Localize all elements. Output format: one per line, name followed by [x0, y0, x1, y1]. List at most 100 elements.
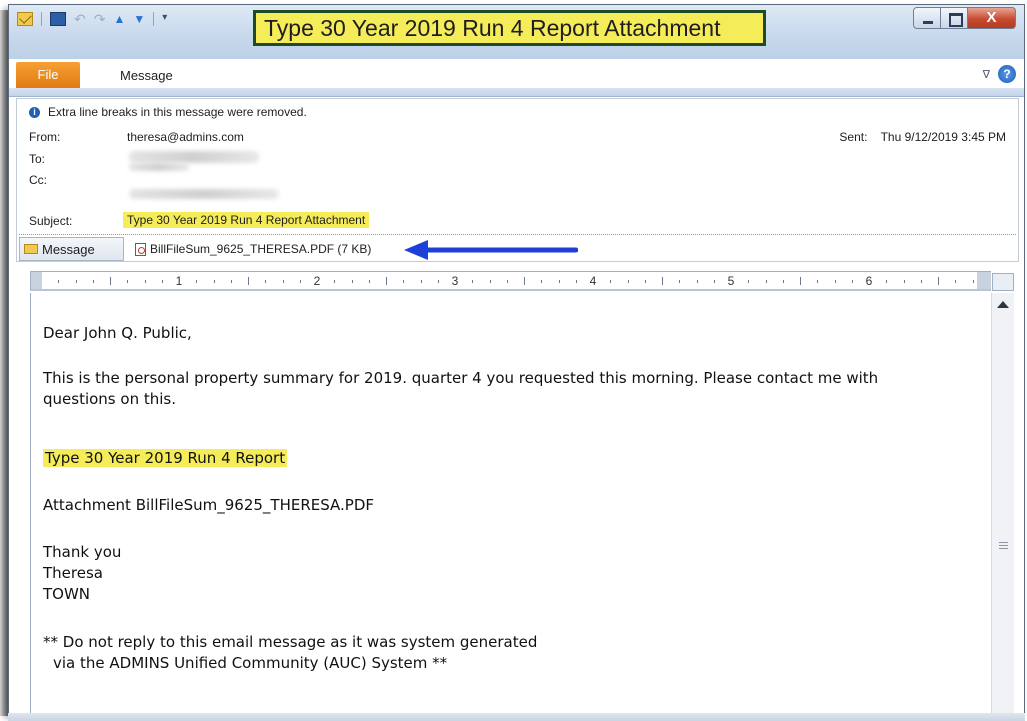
redo-icon[interactable]: ↷ [94, 12, 106, 26]
ruler-tick [420, 280, 422, 283]
outlook-message-window: ↶ ↷ ▲ ▼ ▾ Type 30 Year 2019 Run 4 Report… [8, 4, 1025, 714]
body-footer-line: ** Do not reply to this email message as… [43, 633, 538, 651]
body-org: TOWN [43, 585, 91, 603]
ruler-tick [627, 280, 629, 283]
ruler-tick [662, 277, 663, 285]
info-bar[interactable]: i Extra line breaks in this message were… [29, 105, 307, 119]
to-value-redacted [129, 151, 259, 163]
save-icon[interactable] [50, 12, 66, 26]
close-button[interactable]: X [968, 7, 1016, 29]
ruler-tick [834, 280, 836, 283]
ruler-tick [765, 280, 767, 283]
attachment-label: BillFileSum_9625_THERESA.PDF (7 KB) [150, 242, 372, 256]
body-paragraph-line: questions on this. [43, 390, 176, 408]
ruler-number: 3 [451, 274, 459, 288]
subject-label: Subject: [29, 214, 73, 228]
mail-icon [17, 12, 33, 26]
expand-ribbon-icon[interactable]: ∇ [983, 68, 990, 81]
ruler-tick [800, 277, 801, 285]
ruler-tick [265, 280, 267, 283]
envelope-icon [24, 244, 38, 254]
ruler-right-margin [977, 272, 991, 289]
info-text: Extra line breaks in this message were r… [48, 105, 307, 119]
scroll-thumb-grip[interactable] [999, 542, 1008, 549]
ruler-tick [696, 280, 698, 283]
ruler-tick [368, 280, 370, 283]
ruler-tick [886, 280, 888, 283]
tab-message[interactable]: Message [120, 68, 173, 83]
message-header: i Extra line breaks in this message were… [16, 98, 1019, 262]
ruler-toggle-button[interactable] [992, 273, 1014, 291]
ruler-tick [110, 277, 111, 285]
help-icon[interactable]: ? [998, 65, 1016, 83]
ruler-tick [299, 280, 301, 283]
ruler-tick [558, 280, 560, 283]
ruler-tick [575, 280, 577, 283]
window-title: Type 30 Year 2019 Run 4 Report Attachmen… [253, 10, 766, 46]
scroll-up-arrow-icon[interactable] [997, 301, 1009, 308]
toolbar-separator [153, 12, 155, 26]
to-label: To: [29, 152, 46, 166]
message-view-tab[interactable]: Message [19, 237, 124, 261]
ruler-tick [386, 277, 387, 285]
ruler-number: 6 [865, 274, 873, 288]
previous-item-icon[interactable]: ▲ [113, 12, 125, 26]
attachment-item[interactable]: BillFileSum_9625_THERESA.PDF (7 KB) [135, 242, 371, 256]
to-value-redacted [129, 163, 189, 171]
ruler-tick [351, 280, 353, 283]
from-value[interactable]: theresa@admins.com [127, 130, 244, 144]
ruler-left-margin [31, 272, 42, 289]
ruler-tick [92, 280, 94, 283]
body-greeting: Dear John Q. Public, [43, 324, 192, 342]
ruler-tick [938, 277, 939, 285]
ribbon-collapsed-strip [9, 88, 1024, 97]
body-attachment-line: Attachment BillFileSum_9625_THERESA.PDF [43, 496, 375, 514]
ruler-tick [679, 280, 681, 283]
tab-file[interactable]: File [16, 62, 80, 88]
body-report-title: Type 30 Year 2019 Run 4 Report [43, 448, 288, 468]
ruler-tick [248, 277, 249, 285]
ruler-tick [851, 280, 853, 283]
ruler-tick [713, 280, 715, 283]
ruler-tick [817, 280, 819, 283]
cc-label: Cc: [29, 173, 47, 187]
ruler-tick [127, 280, 129, 283]
cc-value-redacted [129, 189, 279, 199]
from-label: From: [29, 130, 61, 144]
body-paragraph-line: This is the personal property summary fo… [43, 369, 879, 387]
message-body[interactable]: Dear John Q. Public, This is the persona… [30, 293, 991, 713]
ruler-tick [610, 280, 612, 283]
ruler-tick [282, 280, 284, 283]
ruler-number: 1 [175, 274, 183, 288]
ruler-tick [213, 280, 215, 283]
info-icon: i [29, 106, 40, 118]
ruler-tick [437, 280, 439, 283]
maximize-button[interactable] [941, 7, 968, 29]
ruler-tick [161, 280, 163, 283]
customize-toolbar-icon[interactable]: ▾ [162, 12, 167, 26]
next-item-icon[interactable]: ▼ [133, 12, 145, 26]
sent-info: Sent: Thu 9/12/2019 3:45 PM [839, 130, 1006, 144]
ruler-tick [75, 280, 77, 283]
ruler-tick [334, 280, 336, 283]
ruler-tick [506, 280, 508, 283]
ruler-tick [403, 280, 405, 283]
ruler-number: 2 [313, 274, 321, 288]
title-bar: ↶ ↷ ▲ ▼ ▾ Type 30 Year 2019 Run 4 Report… [9, 5, 1024, 59]
subject-value: Type 30 Year 2019 Run 4 Report Attachmen… [123, 212, 370, 228]
sent-label: Sent: [839, 130, 868, 144]
sent-value: Thu 9/12/2019 3:45 PM [880, 130, 1006, 144]
minimize-button[interactable] [913, 7, 941, 29]
ruler[interactable]: 1 2 3 4 5 6 [30, 271, 991, 291]
ruler-tick [920, 280, 922, 283]
header-divider [19, 234, 1016, 235]
subject-text: Type 30 Year 2019 Run 4 Report Attachmen… [123, 212, 370, 228]
vertical-scrollbar[interactable] [991, 293, 1014, 713]
ruler-tick [782, 280, 784, 283]
ruler-tick [541, 280, 543, 283]
status-bar [8, 713, 1025, 721]
ruler-tick [144, 280, 146, 283]
ruler-tick [196, 280, 198, 283]
window-controls: X [913, 7, 1016, 29]
undo-icon[interactable]: ↶ [74, 12, 86, 26]
